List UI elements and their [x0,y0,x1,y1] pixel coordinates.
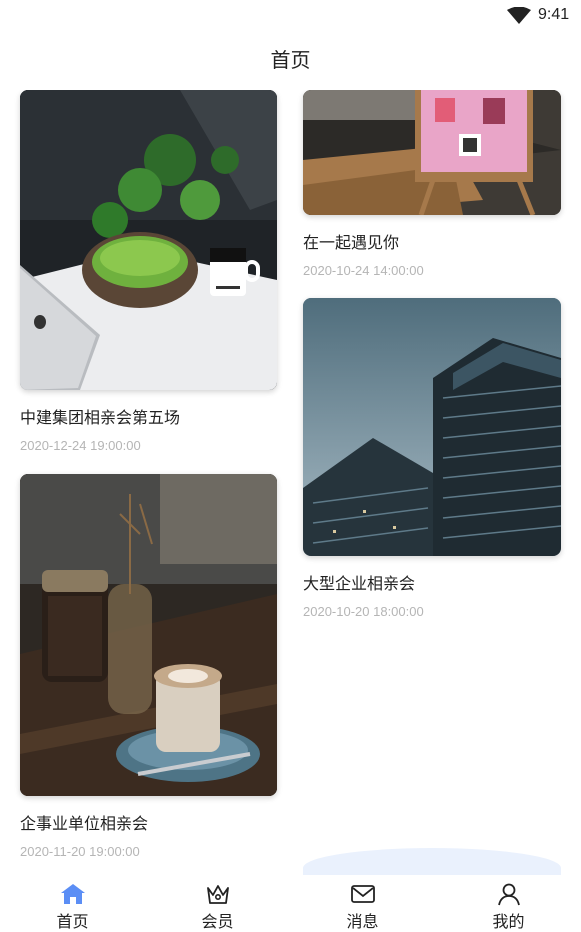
tab-member[interactable]: 会员 [145,878,290,931]
tab-home[interactable]: 首页 [0,878,145,931]
event-image [303,90,561,215]
event-date: 2020-10-20 18:00:00 [303,604,424,619]
event-card[interactable]: 企事业单位相亲会 2020-11-20 19:00:00 [20,474,277,859]
wifi-icon [507,7,531,24]
event-card[interactable]: 在一起遇见你 2020-10-24 14:00:00 [303,90,561,278]
tab-messages[interactable]: 消息 [290,878,435,931]
event-title: 大型企业相亲会 [303,574,416,593]
status-time: 9:41 [538,6,570,23]
event-image [303,298,561,556]
crown-icon [206,885,229,904]
event-image [20,474,277,796]
user-icon [497,883,520,906]
tab-label: 消息 [346,912,379,931]
event-card[interactable]: 中建集团相亲会第五场 2020-12-24 19:00:00 [20,90,277,453]
event-card[interactable]: 大型企业相亲会 2020-10-20 18:00:00 [303,298,561,619]
mail-icon [350,885,375,903]
event-image [20,90,277,390]
event-title: 中建集团相亲会第五场 [20,408,181,427]
tab-label: 我的 [492,912,525,931]
event-date: 2020-10-24 14:00:00 [303,263,424,278]
event-date: 2020-11-20 19:00:00 [20,844,140,859]
event-title: 在一起遇见你 [303,233,400,252]
page-header: 首页 [0,38,581,82]
event-feed[interactable]: 中建集团相亲会第五场 2020-12-24 19:00:00 企事业单位相亲会 … [0,90,581,875]
page-title: 首页 [270,48,311,72]
tab-profile[interactable]: 我的 [436,878,581,931]
event-card-partial[interactable] [303,848,561,875]
tab-label: 首页 [56,912,89,931]
tab-label: 会员 [201,912,234,931]
bottom-tab-bar: 首页 会员 消息 我的 [0,878,581,931]
status-bar: 9:41 [0,0,581,32]
event-date: 2020-12-24 19:00:00 [20,438,141,453]
home-icon [60,884,85,904]
event-title: 企事业单位相亲会 [20,814,149,833]
